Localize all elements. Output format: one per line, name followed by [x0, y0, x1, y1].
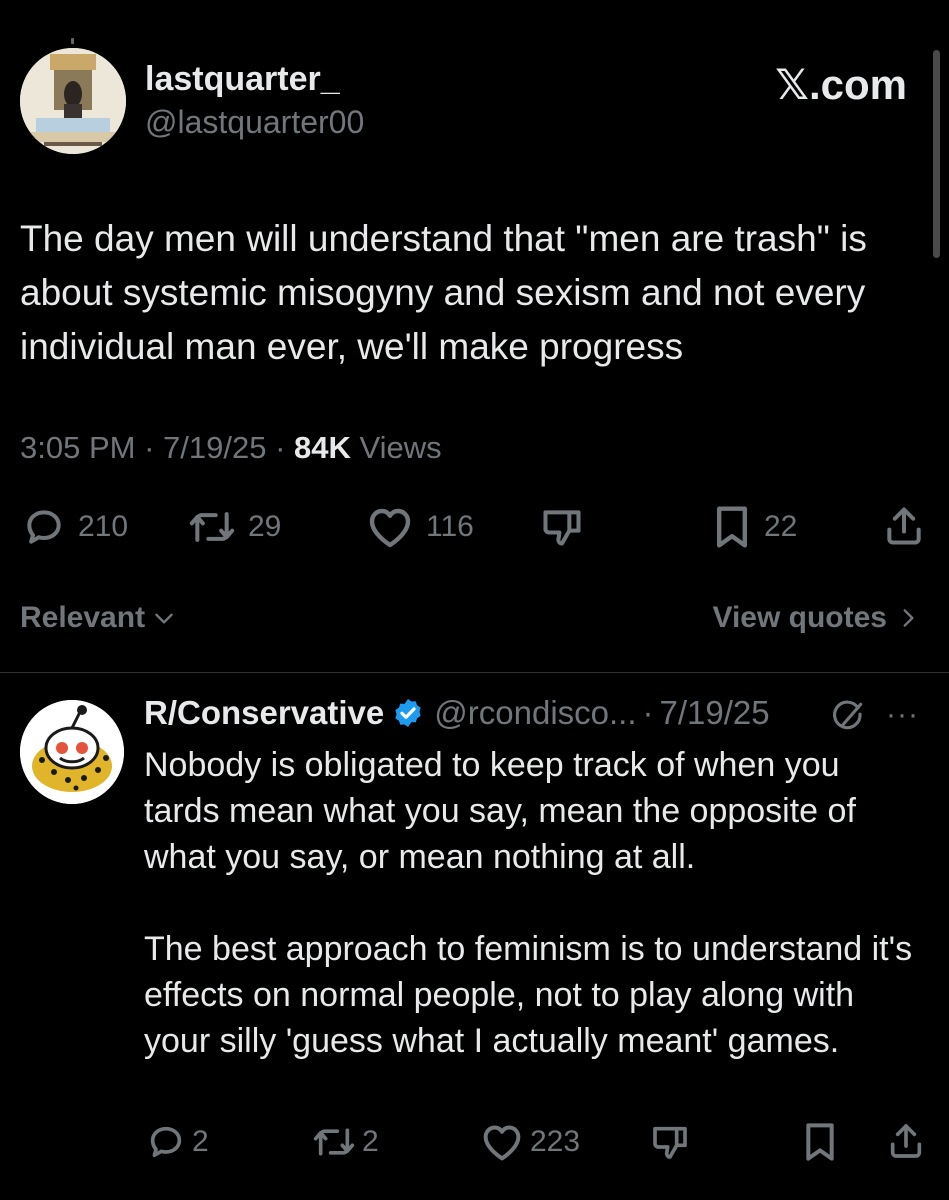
reply-like-count: 223: [530, 1125, 581, 1158]
bookmark-count: 22: [764, 510, 798, 543]
heart-icon: [369, 508, 411, 548]
reply-repost-button[interactable]: 2: [312, 1122, 379, 1162]
grok-icon: [833, 700, 863, 730]
bookmark-icon: [716, 506, 748, 548]
thumbs-down-icon: [543, 510, 581, 546]
views-count[interactable]: 84K: [294, 430, 351, 465]
reply-separator: ·: [642, 694, 654, 731]
share-button[interactable]: [882, 503, 926, 549]
heart-icon: [483, 1125, 521, 1161]
reply-like-button[interactable]: 223: [480, 1122, 580, 1162]
reply-share-button[interactable]: [886, 1120, 926, 1162]
avatar[interactable]: [20, 48, 126, 154]
thumbs-down-icon: [653, 1126, 687, 1159]
more-options-button[interactable]: ···: [886, 698, 919, 732]
chevron-down-icon: [155, 613, 173, 624]
like-button[interactable]: 116: [366, 505, 474, 549]
sort-label: Relevant: [20, 601, 146, 634]
tweet-date[interactable]: 7/19/25: [163, 430, 266, 465]
reply-date[interactable]: 7/19/25: [660, 694, 770, 732]
bookmark-button[interactable]: 22: [712, 505, 797, 549]
repost-count: 29: [248, 510, 282, 543]
reply-display-name[interactable]: R/Conservative: [144, 694, 384, 732]
reply-repost-count: 2: [362, 1125, 379, 1158]
reply-count: 210: [78, 510, 129, 543]
scroll-indicator-dot: [71, 38, 74, 44]
dislike-button[interactable]: [540, 505, 584, 549]
reply-header: R/Conservative @rcondisco... · 7/19/25: [144, 694, 770, 732]
reply-avatar[interactable]: [20, 700, 124, 804]
share-icon: [890, 1124, 922, 1158]
view-quotes-label: View quotes: [712, 601, 888, 634]
scrollbar[interactable]: [933, 50, 940, 258]
reply-icon: [150, 1126, 182, 1158]
reply-paragraph: The best approach to feminism is to unde…: [144, 930, 913, 1060]
reply-handle[interactable]: @rcondisco...: [434, 694, 636, 732]
reply-reply-count: 2: [192, 1125, 209, 1158]
grok-button[interactable]: [830, 700, 866, 739]
tweet-meta: 3:05 PM · 7/19/25 · 84K Views: [20, 430, 442, 466]
x-logo-site-label: 𝕏.com: [775, 61, 907, 108]
share-icon: [887, 507, 921, 545]
reply-icon: [27, 510, 61, 544]
reply-text: Nobody is obligated to keep track of whe…: [144, 742, 924, 1064]
views-label: Views: [359, 430, 442, 465]
repost-button[interactable]: 29: [188, 505, 281, 549]
reply-bookmark-button[interactable]: [802, 1122, 838, 1162]
tweet-text: The day men will understand that "men ar…: [20, 218, 867, 367]
repost-icon: [313, 1128, 355, 1156]
tweet-time[interactable]: 3:05 PM: [20, 430, 135, 465]
sort-dropdown[interactable]: Relevant: [20, 601, 177, 635]
repost-icon: [189, 512, 235, 542]
reply-button[interactable]: 210: [22, 505, 128, 549]
divider: [0, 672, 949, 673]
meta-separator: ·: [275, 430, 286, 465]
reply-paragraph: Nobody is obligated to keep track of whe…: [144, 746, 856, 876]
reply-reply-button[interactable]: 2: [146, 1122, 209, 1162]
verified-badge-icon: [395, 699, 421, 727]
reply-dislike-button[interactable]: [650, 1122, 690, 1162]
like-count: 116: [426, 510, 474, 543]
view-quotes-link[interactable]: View quotes: [713, 601, 920, 635]
bookmark-icon: [806, 1123, 834, 1161]
chevron-right-icon: [903, 609, 914, 627]
user-handle[interactable]: @lastquarter00: [145, 104, 364, 141]
meta-separator: ·: [144, 430, 155, 465]
display-name[interactable]: lastquarter_: [145, 60, 340, 99]
